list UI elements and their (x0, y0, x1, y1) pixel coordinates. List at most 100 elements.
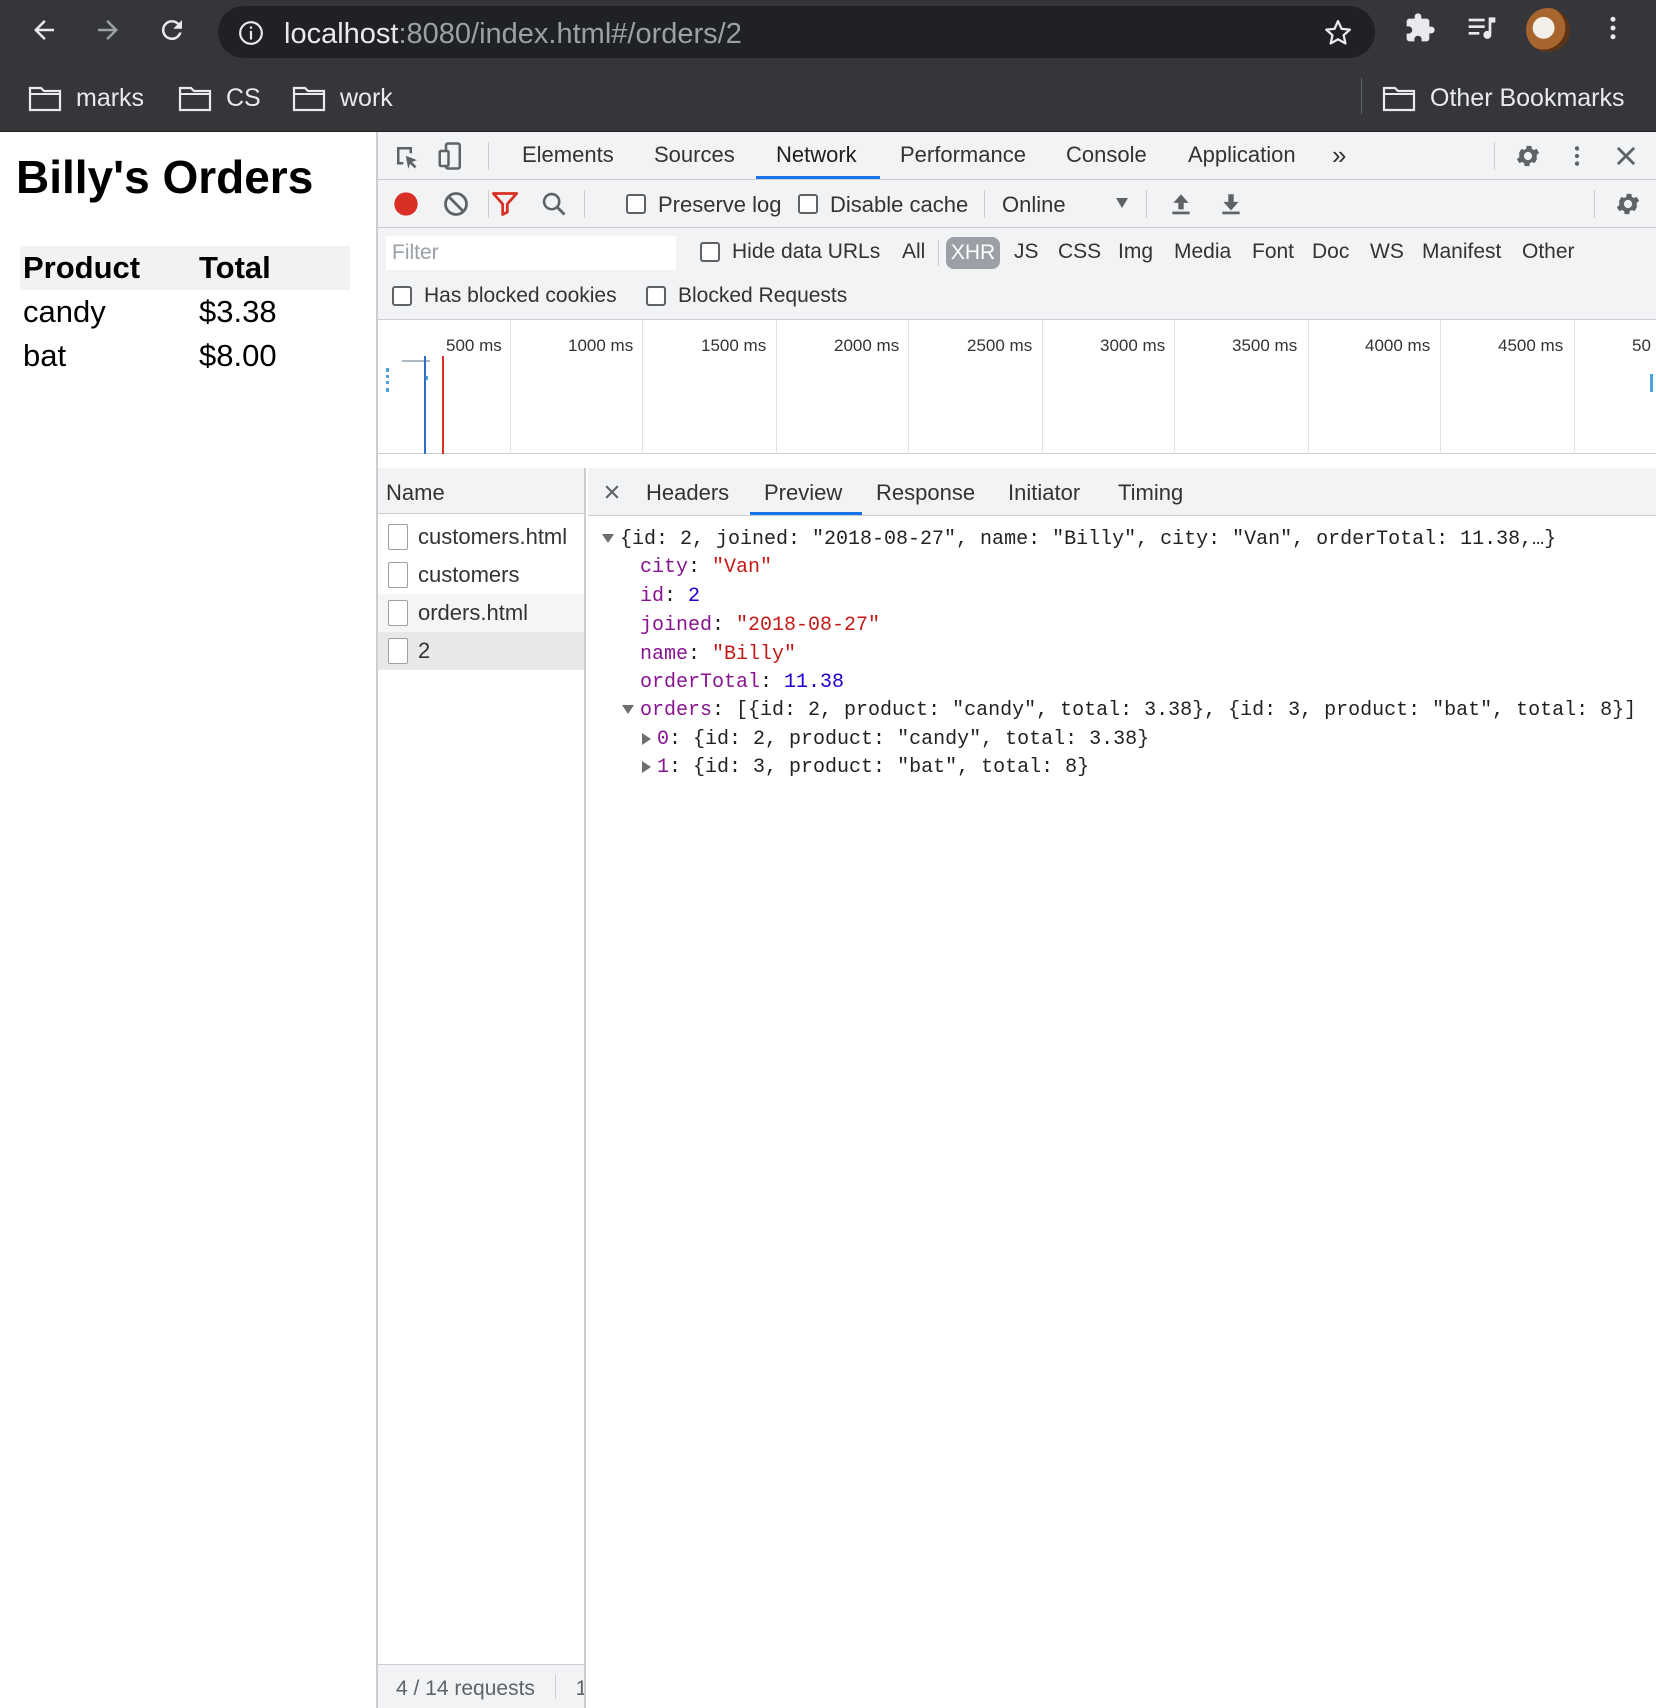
active-tab-indicator (756, 176, 880, 179)
tab-headers[interactable]: Headers (646, 480, 729, 506)
filter-funnel-icon[interactable] (490, 190, 520, 218)
table-row: candy $3.38 (20, 290, 350, 334)
profile-avatar[interactable] (1526, 8, 1570, 52)
other-bookmarks-folder[interactable]: Other Bookmarks (1382, 82, 1625, 114)
request-row[interactable]: customers.html (378, 518, 584, 556)
other-bookmarks-label: Other Bookmarks (1430, 83, 1625, 112)
network-timeline-overview[interactable]: 500 ms 1000 ms 1500 ms 2000 ms 2500 ms 3… (378, 320, 1656, 454)
tab-preview[interactable]: Preview (764, 480, 842, 506)
clear-icon[interactable] (442, 190, 470, 218)
tab-performance[interactable]: Performance (900, 142, 1026, 168)
tab-network[interactable]: Network (776, 142, 857, 168)
more-tabs-chevron-icon[interactable]: » (1332, 140, 1346, 171)
tab-console[interactable]: Console (1066, 142, 1147, 168)
timeline-gridline (1440, 320, 1441, 454)
filter-input[interactable] (386, 236, 676, 270)
chevron-down-icon[interactable] (1114, 196, 1130, 210)
close-detail-icon[interactable] (602, 482, 622, 502)
export-har-icon[interactable] (1218, 190, 1244, 218)
json-value: 2 (688, 585, 701, 608)
url-text[interactable]: localhost:8080/index.html#/orders/2 (284, 18, 742, 51)
browser-toolbar: localhost:8080/index.html#/orders/2 (0, 0, 1656, 62)
type-filter-font[interactable]: Font (1252, 240, 1294, 264)
folder-icon (28, 86, 62, 112)
record-icon[interactable] (392, 190, 420, 218)
collapsed-triangle-icon[interactable] (642, 732, 651, 745)
info-icon[interactable] (238, 20, 264, 46)
timeline-tick-label: 1500 ms (701, 336, 767, 355)
bookmark-folder-work[interactable]: work (292, 82, 393, 114)
json-array-item[interactable]: 1: {id: 3, product: "bat", total: 8} (642, 754, 1089, 782)
close-devtools-icon[interactable] (1612, 142, 1640, 170)
tab-response[interactable]: Response (876, 480, 975, 506)
transferred-size: 1 (576, 1677, 584, 1700)
bookmark-label: CS (226, 83, 261, 112)
search-icon[interactable] (540, 190, 568, 218)
tab-timing[interactable]: Timing (1118, 480, 1183, 506)
bookmark-folder-marks[interactable]: marks (28, 82, 144, 114)
request-row[interactable]: orders.html (378, 594, 584, 632)
type-filter-other[interactable]: Other (1522, 240, 1575, 264)
request-name: orders.html (418, 600, 529, 625)
hide-data-urls-label: Hide data URLs (732, 240, 881, 263)
inspect-element-icon[interactable] (392, 142, 422, 172)
has-blocked-cookies-checkbox[interactable] (392, 286, 412, 306)
hide-data-urls-checkbox[interactable] (700, 242, 720, 262)
json-property: city: "Van" (640, 556, 773, 579)
active-detail-tab-indicator (750, 512, 862, 515)
blocked-requests-checkbox[interactable] (646, 286, 666, 306)
network-settings-gear-icon[interactable] (1614, 190, 1642, 218)
settings-gear-icon[interactable] (1514, 142, 1542, 170)
address-bar[interactable]: localhost:8080/index.html#/orders/2 (218, 6, 1375, 58)
json-key: orders (640, 699, 713, 722)
back-button[interactable] (24, 10, 64, 50)
tab-application[interactable]: Application (1188, 142, 1296, 168)
throttling-select[interactable]: Online (1002, 192, 1066, 218)
name-column-header[interactable]: Name (378, 468, 584, 514)
extensions-puzzle-icon[interactable] (1404, 12, 1436, 44)
toolbar-separator (984, 190, 985, 218)
json-value: 11.38 (784, 671, 845, 694)
browser-menu-icon[interactable] (1598, 12, 1628, 44)
toolbar-separator (488, 190, 489, 218)
page-title: Billy's Orders (16, 151, 314, 203)
timeline-gridline (1574, 320, 1575, 454)
disable-cache-checkbox[interactable] (798, 194, 818, 214)
preserve-log-checkbox[interactable] (626, 194, 646, 214)
json-root-node[interactable]: {id: 2, joined: "2018-08-27", name: "Bil… (602, 526, 1556, 554)
type-filter-ws[interactable]: WS (1370, 240, 1404, 264)
tab-elements[interactable]: Elements (522, 142, 614, 168)
request-name: customers (418, 562, 520, 587)
collapsed-triangle-icon[interactable] (642, 760, 651, 773)
forward-button[interactable] (88, 10, 128, 50)
json-orders-node[interactable]: orders: [{id: 2, product: "candy", total… (622, 697, 1636, 725)
type-filter-img[interactable]: Img (1118, 240, 1153, 264)
json-value: "Billy" (712, 643, 797, 666)
type-filter-doc[interactable]: Doc (1312, 240, 1349, 264)
type-filter-css[interactable]: CSS (1058, 240, 1101, 264)
request-row-selected[interactable]: 2 (378, 632, 584, 670)
json-array-summary: [{id: 2, product: "candy", total: 3.38},… (736, 699, 1637, 722)
filter-bar: Hide data URLs All XHR JS CSS Img Media … (378, 228, 1656, 320)
timeline-gridline (908, 320, 909, 454)
expand-triangle-icon[interactable] (602, 534, 614, 544)
type-filter-manifest[interactable]: Manifest (1422, 240, 1501, 264)
request-name: customers.html (418, 524, 568, 549)
tab-sources[interactable]: Sources (654, 142, 735, 168)
bookmark-folder-cs[interactable]: CS (178, 82, 261, 114)
bookmark-star-icon[interactable] (1323, 18, 1353, 48)
expand-triangle-icon[interactable] (622, 705, 634, 715)
import-har-icon[interactable] (1168, 190, 1194, 218)
json-array-item[interactable]: 0: {id: 2, product: "candy", total: 3.38… (642, 726, 1149, 754)
type-filter-media[interactable]: Media (1174, 240, 1231, 264)
reload-button[interactable] (152, 10, 192, 50)
type-filter-all[interactable]: All (902, 240, 925, 264)
type-filter-js[interactable]: JS (1014, 240, 1039, 264)
devtools-menu-icon[interactable] (1564, 142, 1590, 170)
device-toolbar-icon[interactable] (436, 140, 466, 172)
tab-initiator[interactable]: Initiator (1008, 480, 1080, 506)
type-filter-xhr[interactable]: XHR (946, 237, 1000, 269)
request-row[interactable]: customers (378, 556, 584, 594)
media-control-icon[interactable] (1466, 12, 1498, 44)
json-value: "2018-08-27" (736, 614, 881, 637)
